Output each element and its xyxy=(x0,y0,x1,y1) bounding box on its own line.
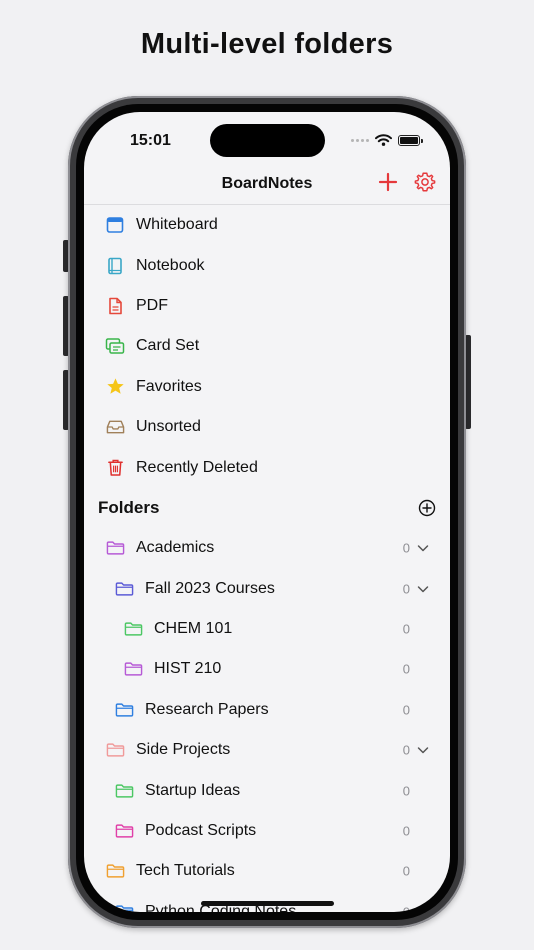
phone-screen: 15:01 BoardNotes Whiteboard Notebook PDF… xyxy=(84,112,450,912)
folder-count: 0 xyxy=(402,581,410,597)
folder-row[interactable]: Podcast Scripts 0 xyxy=(84,811,450,851)
battery-icon xyxy=(398,134,423,146)
notebook-icon xyxy=(105,256,125,276)
sidebar-item-card-set[interactable]: Card Set xyxy=(84,326,450,366)
folder-count: 0 xyxy=(402,863,410,879)
tray-icon xyxy=(105,417,125,437)
sidebar-item-favorites[interactable]: Favorites xyxy=(84,367,450,407)
folder-label: Startup Ideas xyxy=(145,781,241,799)
sidebar-item-label: Whiteboard xyxy=(136,216,218,234)
folder-label: CHEM 101 xyxy=(154,620,233,638)
whiteboard-icon xyxy=(105,215,125,235)
folder-count: 0 xyxy=(402,621,410,637)
sidebar-list: Whiteboard Notebook PDF Card Set Favorit… xyxy=(84,205,450,912)
folders-section-header: Folders xyxy=(84,488,450,528)
chevron-down-icon[interactable] xyxy=(417,584,429,594)
add-icon[interactable] xyxy=(377,171,399,193)
folder-label: Fall 2023 Courses xyxy=(145,579,275,597)
sidebar-item-pdf[interactable]: PDF xyxy=(84,286,450,326)
folder-count: 0 xyxy=(402,742,410,758)
status-indicators xyxy=(351,134,423,146)
folder-icon xyxy=(105,538,125,558)
folder-row[interactable]: Research Papers 0 xyxy=(84,690,450,730)
folder-row[interactable]: Fall 2023 Courses 0 xyxy=(84,569,450,609)
folder-row[interactable]: HIST 210 0 xyxy=(84,649,450,689)
star-icon xyxy=(105,377,125,397)
sidebar-item-unsorted[interactable]: Unsorted xyxy=(84,407,450,447)
folder-icon xyxy=(114,579,134,599)
folder-icon xyxy=(114,781,134,801)
home-indicator xyxy=(201,901,334,906)
gear-icon[interactable] xyxy=(414,171,436,193)
pdf-icon xyxy=(105,296,125,316)
folder-list: Academics 0 Fall 2023 Courses 0 CHEM 101 0 HIS… xyxy=(84,528,450,912)
folder-icon xyxy=(105,861,125,881)
folder-row[interactable]: Academics 0 xyxy=(84,528,450,568)
folder-icon xyxy=(114,821,134,841)
folder-row[interactable]: Side Projects 0 xyxy=(84,730,450,770)
folder-label: Podcast Scripts xyxy=(145,822,257,840)
folder-icon xyxy=(114,700,134,720)
folder-label: Tech Tutorials xyxy=(136,862,235,880)
sidebar-item-label: Notebook xyxy=(136,256,205,274)
folder-row[interactable]: Startup Ideas 0 xyxy=(84,770,450,810)
chevron-down-icon[interactable] xyxy=(417,543,429,553)
folder-label: Research Papers xyxy=(145,700,269,718)
folder-icon xyxy=(114,902,134,912)
trash-icon xyxy=(105,458,125,478)
chevron-down-icon[interactable] xyxy=(417,745,429,755)
folder-icon xyxy=(123,619,143,639)
sidebar-item-recently-deleted[interactable]: Recently Deleted xyxy=(84,447,450,487)
dynamic-island xyxy=(210,124,325,157)
sidebar-item-label: Unsorted xyxy=(136,418,201,436)
sidebar-item-whiteboard[interactable]: Whiteboard xyxy=(84,205,450,245)
folder-label: HIST 210 xyxy=(154,660,222,678)
folder-count: 0 xyxy=(402,904,410,912)
navigation-bar: BoardNotes xyxy=(84,168,450,205)
card-set-icon xyxy=(105,336,125,356)
add-folder-icon[interactable] xyxy=(418,499,436,517)
cellular-signal-icon xyxy=(351,138,369,142)
folder-count: 0 xyxy=(402,823,410,839)
sidebar-item-notebook[interactable]: Notebook xyxy=(84,245,450,285)
folder-count: 0 xyxy=(402,702,410,718)
wifi-icon xyxy=(375,134,392,146)
folder-label: Academics xyxy=(136,539,215,557)
folder-count: 0 xyxy=(402,783,410,799)
folders-section-title: Folders xyxy=(98,497,160,517)
folder-row[interactable]: CHEM 101 0 xyxy=(84,609,450,649)
sidebar-item-label: Favorites xyxy=(136,377,202,395)
promo-headline: Multi-level folders xyxy=(140,28,394,60)
folder-label: Side Projects xyxy=(136,741,231,759)
folder-count: 0 xyxy=(402,661,410,677)
folder-icon xyxy=(123,659,143,679)
status-time: 15:01 xyxy=(130,132,171,149)
folder-count: 0 xyxy=(402,540,410,556)
folder-icon xyxy=(105,740,125,760)
folder-row[interactable]: Tech Tutorials 0 xyxy=(84,851,450,891)
sidebar-item-label: Recently Deleted xyxy=(136,458,258,476)
sidebar-item-label: PDF xyxy=(136,296,168,314)
sidebar-item-label: Card Set xyxy=(136,337,200,355)
